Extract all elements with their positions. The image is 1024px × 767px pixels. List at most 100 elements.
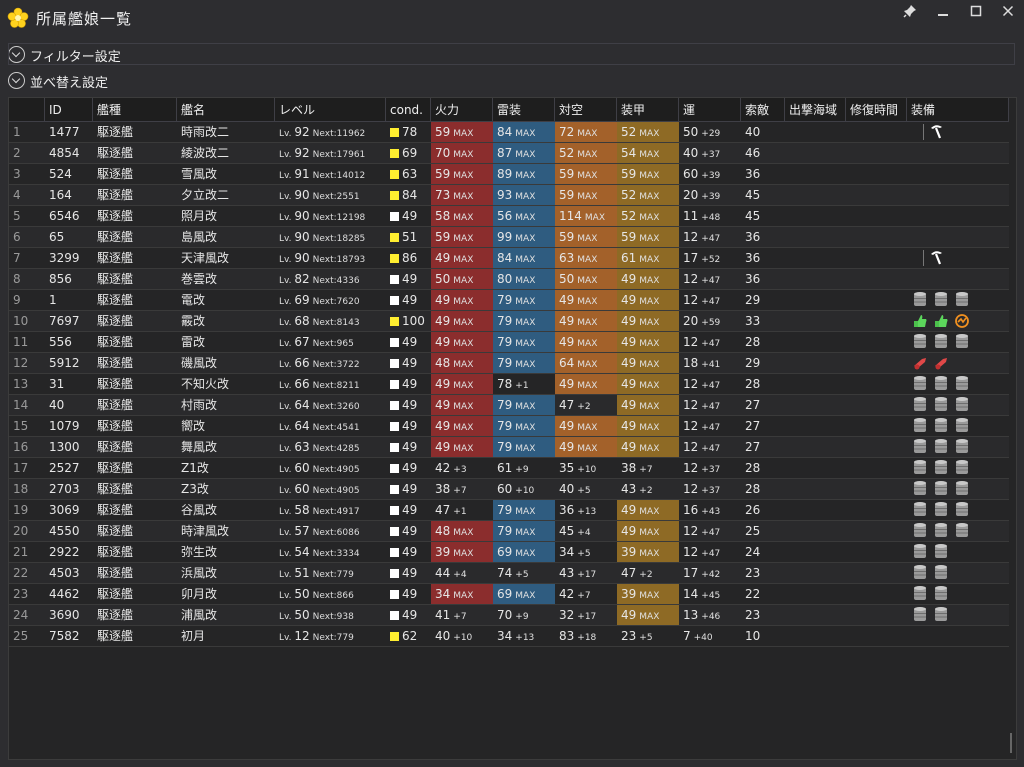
chevron-down-icon[interactable] bbox=[8, 72, 25, 89]
table-row[interactable]: 9 1 駆逐艦 電改 Lv. 69 Next:7620 49 49 MAX 79 MAX 49 MAX 4… bbox=[9, 290, 1009, 311]
table-row[interactable]: 4 164 駆逐艦 夕立改二 Lv. 90 Next:2551 84 73 MAX 93 MAX 59… bbox=[9, 185, 1009, 206]
table-row[interactable]: 10 7697 駆逐艦 霰改 Lv. 68 Next:8143 100 49 MAX 79 MAX 4… bbox=[9, 311, 1009, 332]
table-row[interactable]: 17 2527 駆逐艦 Z1改 Lv. 60 Next:4905 49 42 +3 61 +9 35 +… bbox=[9, 458, 1009, 479]
luck-remaining: +29 bbox=[701, 129, 721, 139]
cell-equipment bbox=[907, 374, 1009, 394]
column-header-id[interactable]: ID bbox=[45, 98, 93, 122]
table-row[interactable]: 13 31 駆逐艦 不知火改 Lv. 66 Next:8211 49 49 MAX 78 +1 49 M… bbox=[9, 374, 1009, 395]
stat-value: 52 bbox=[621, 125, 637, 139]
drum-icon bbox=[913, 417, 927, 434]
cell-repair-time bbox=[846, 500, 907, 520]
column-header-line-of-sight[interactable]: 索敵 bbox=[741, 98, 785, 122]
table-row[interactable]: 1 1477 駆逐艦 時雨改二 Lv. 92 Next:11962 78 59 MAX 84 MAX… bbox=[9, 122, 1009, 143]
stat-value: 59 bbox=[559, 188, 575, 202]
cell-equipment bbox=[907, 122, 1009, 142]
condition-indicator-icon bbox=[390, 548, 399, 557]
cell-condition: 69 bbox=[386, 143, 431, 163]
table-row[interactable]: 20 4550 駆逐艦 時津風改 Lv. 57 Next:6086 49 48 MAX 79 MAX… bbox=[9, 521, 1009, 542]
table-row[interactable]: 25 7582 駆逐艦 初月 Lv. 12 Next:779 62 40 +10 34 +13 83 +… bbox=[9, 626, 1009, 647]
table-row[interactable]: 23 4462 駆逐艦 卯月改 Lv. 50 Next:866 49 34 MAX 69 MAX 42… bbox=[9, 584, 1009, 605]
cell-armor: 49 MAX bbox=[617, 416, 679, 436]
column-header-ship-type[interactable]: 艦種 bbox=[93, 98, 177, 122]
table-row[interactable]: 18 2703 駆逐艦 Z3改 Lv. 60 Next:4905 49 38 +7 60 +10 40… bbox=[9, 479, 1009, 500]
stat-suffix: +5 bbox=[577, 549, 591, 559]
column-header-armor[interactable]: 装甲 bbox=[617, 98, 679, 122]
cell-ship-name: 天津風改 bbox=[181, 251, 230, 265]
table-row[interactable]: 7 3299 駆逐艦 天津風改 Lv. 90 Next:18793 86 49 MAX 84 MAX… bbox=[9, 248, 1009, 269]
column-header-ship-name[interactable]: 艦名 bbox=[177, 98, 275, 122]
cell-row-number: 20 bbox=[13, 524, 29, 538]
stat-suffix: MAX bbox=[577, 150, 598, 160]
table-row[interactable]: 19 3069 駆逐艦 谷風改 Lv. 58 Next:4917 49 47 +1 79 MAX 36… bbox=[9, 500, 1009, 521]
cell-row-number: 21 bbox=[13, 545, 29, 559]
table-row[interactable]: 21 2922 駆逐艦 弥生改 Lv. 54 Next:3334 49 39 MAX 69 MAX 3… bbox=[9, 542, 1009, 563]
cell-ship-type: 駆逐艦 bbox=[97, 377, 134, 391]
cell-torpedo: 79 MAX bbox=[493, 521, 555, 541]
stat-value: 49 bbox=[435, 377, 451, 391]
cell-repair-time bbox=[846, 332, 907, 352]
column-header-luck[interactable]: 運 bbox=[679, 98, 741, 122]
cell-line-of-sight: 45 bbox=[745, 209, 761, 223]
cell-ship-type: 駆逐艦 bbox=[97, 419, 134, 433]
luck-remaining: +52 bbox=[701, 255, 721, 265]
cell-firepower: 47 +1 bbox=[431, 500, 493, 520]
cell-repair-time bbox=[846, 353, 907, 373]
table-row[interactable]: 11 556 駆逐艦 雷改 Lv. 67 Next:965 49 49 MAX 79 MAX 49 MA… bbox=[9, 332, 1009, 353]
drum-icon bbox=[955, 501, 969, 518]
cell-id: 856 bbox=[49, 272, 72, 286]
stat-value: 49 bbox=[435, 293, 451, 307]
table-row[interactable]: 16 1300 駆逐艦 舞風改 Lv. 63 Next:4285 49 49 MAX 79 MAX 4… bbox=[9, 437, 1009, 458]
pin-icon[interactable] bbox=[899, 4, 921, 22]
table-row[interactable]: 2 4854 駆逐艦 綾波改二 Lv. 92 Next:17961 69 70 MAX 87 MAX… bbox=[9, 143, 1009, 164]
column-header-equipment[interactable]: 装備 bbox=[907, 98, 1009, 122]
sort-settings-expander[interactable]: 並べ替え設定 bbox=[8, 71, 1015, 91]
cell-line-of-sight: 24 bbox=[745, 545, 761, 559]
cell-row-number: 4 bbox=[13, 188, 21, 202]
table-row[interactable]: 24 3690 駆逐艦 浦風改 Lv. 50 Next:938 49 41 +7 70 +9 32 +1… bbox=[9, 605, 1009, 626]
column-header-repair-time[interactable]: 修復時間 bbox=[846, 98, 907, 122]
drum-icon bbox=[955, 459, 969, 476]
level-value: 64 bbox=[294, 419, 310, 433]
table-row[interactable]: 22 4503 駆逐艦 浜風改 Lv. 51 Next:779 49 44 +4 74 +5 43 +1… bbox=[9, 563, 1009, 584]
table-row[interactable]: 15 1079 駆逐艦 嚮改 Lv. 64 Next:4541 49 49 MAX 79 MAX 49… bbox=[9, 416, 1009, 437]
cell-equipment bbox=[907, 563, 1009, 583]
cell-id: 31 bbox=[49, 377, 65, 391]
column-header-torpedo[interactable]: 雷装 bbox=[493, 98, 555, 122]
condition-value: 49 bbox=[402, 461, 418, 475]
level-prefix: Lv. bbox=[279, 171, 295, 181]
table-row[interactable]: 5 6546 駆逐艦 照月改 Lv. 90 Next:12198 49 58 MAX 56 MAX 1… bbox=[9, 206, 1009, 227]
table-row[interactable]: 6 65 駆逐艦 島風改 Lv. 90 Next:18285 51 59 MAX 99 MAX 59 M… bbox=[9, 227, 1009, 248]
stat-value: 59 bbox=[435, 230, 451, 244]
cell-id: 524 bbox=[49, 167, 72, 181]
cell-ship-name: 初月 bbox=[181, 629, 206, 643]
cell-ship-name: 霰改 bbox=[181, 314, 206, 328]
column-header-row-number[interactable] bbox=[9, 98, 45, 122]
luck-remaining: +41 bbox=[701, 360, 721, 370]
table-row[interactable]: 3 524 駆逐艦 雪風改 Lv. 91 Next:14012 63 59 MAX 89 MAX 59… bbox=[9, 164, 1009, 185]
stat-suffix: MAX bbox=[577, 171, 598, 181]
filter-settings-expander[interactable]: フィルター設定 bbox=[8, 43, 1015, 65]
column-header-condition[interactable]: cond. bbox=[386, 98, 431, 122]
column-header-sortie-area[interactable]: 出撃海域 bbox=[785, 98, 846, 122]
column-header-anti-air[interactable]: 対空 bbox=[555, 98, 617, 122]
cell-ship-type: 駆逐艦 bbox=[97, 629, 134, 643]
title-bar: 所属艦娘一覧 bbox=[0, 0, 1024, 36]
chevron-down-icon[interactable] bbox=[8, 46, 25, 63]
cell-armor: 43 +2 bbox=[617, 479, 679, 499]
cell-equipment bbox=[907, 521, 1009, 541]
cell-id: 1477 bbox=[49, 125, 80, 139]
cell-torpedo: 74 +5 bbox=[493, 563, 555, 583]
cell-ship-name: 電改 bbox=[181, 293, 206, 307]
minimize-icon[interactable] bbox=[932, 4, 954, 22]
condition-indicator-icon bbox=[390, 569, 399, 578]
ship-list-grid[interactable]: ID 艦種 艦名 レベル cond. 火力 雷装 対空 装甲運索敵 出撃海域 修復時間 装備 1 147… bbox=[8, 97, 1017, 760]
close-icon[interactable] bbox=[997, 4, 1019, 22]
maximize-icon[interactable] bbox=[965, 4, 987, 22]
column-header-firepower[interactable]: 火力 bbox=[431, 98, 493, 122]
table-row[interactable]: 8 856 駆逐艦 巻雲改 Lv. 82 Next:4336 49 50 MAX 80 MAX 50 M… bbox=[9, 269, 1009, 290]
column-header-level[interactable]: レベル bbox=[275, 98, 386, 122]
resize-grip[interactable] bbox=[1010, 733, 1012, 753]
stat-suffix: MAX bbox=[453, 276, 474, 286]
table-row[interactable]: 12 5912 駆逐艦 磯風改 Lv. 66 Next:3722 49 48 MAX 79 MAX 6… bbox=[9, 353, 1009, 374]
table-row[interactable]: 14 40 駆逐艦 村雨改 Lv. 64 Next:3260 49 49 MAX 79 MAX 47 +… bbox=[9, 395, 1009, 416]
